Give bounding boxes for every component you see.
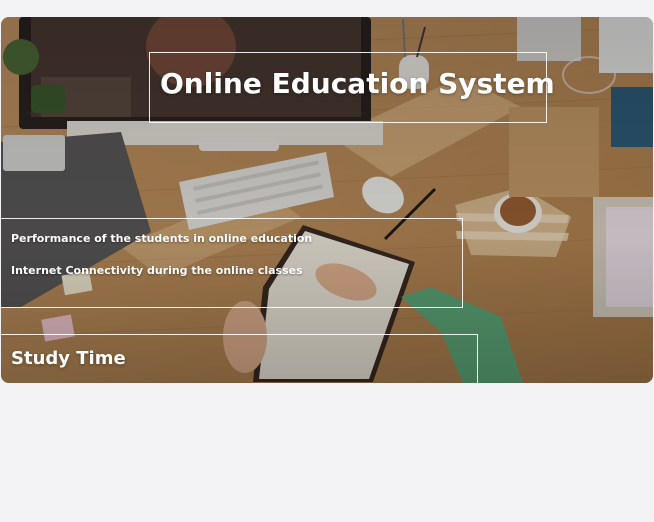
hero-banner: Online Education System Performance of t… [1, 17, 653, 383]
title-frame: Online Education System [149, 52, 555, 123]
page-title: Online Education System [160, 67, 555, 100]
study-time-frame: Study Time [1, 334, 478, 383]
nav-links-frame: Performance of the students in online ed… [1, 218, 463, 308]
study-time-heading: Study Time [11, 348, 126, 369]
link-internet-connectivity[interactable]: Internet Connectivity during the online … [11, 264, 303, 277]
link-student-performance[interactable]: Performance of the students in online ed… [11, 232, 312, 245]
